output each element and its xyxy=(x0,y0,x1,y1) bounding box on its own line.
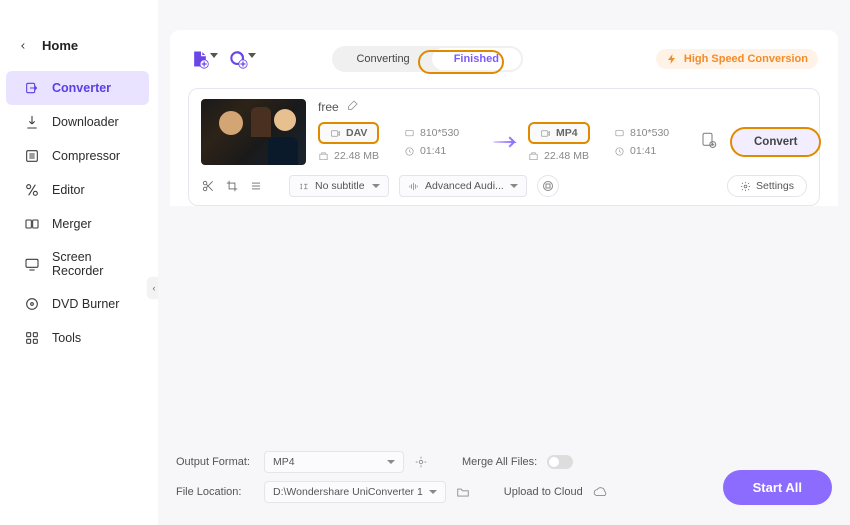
crop-icon[interactable] xyxy=(225,179,239,193)
file-settings-button[interactable]: Settings xyxy=(727,175,807,197)
output-settings-icon[interactable] xyxy=(700,131,718,154)
sidebar-item-merger[interactable]: Merger xyxy=(6,207,149,241)
format-settings-icon[interactable] xyxy=(414,455,428,469)
info-icon[interactable] xyxy=(537,175,559,197)
tab-finished[interactable]: Finished xyxy=(432,48,521,70)
converter-icon xyxy=(24,80,40,96)
convert-button[interactable]: Convert xyxy=(730,127,821,157)
sidebar-item-editor[interactable]: Editor xyxy=(6,173,149,207)
add-file-button[interactable] xyxy=(190,49,210,69)
file-name: free xyxy=(318,100,339,114)
tab-converting[interactable]: Converting xyxy=(334,48,431,70)
output-format-select[interactable]: MP4 xyxy=(264,451,404,473)
source-resolution: 810*530 xyxy=(404,127,490,139)
file-card: free DAV 22.48 MB 810*530 01:41 xyxy=(188,88,820,206)
tools-icon xyxy=(24,330,40,346)
video-thumbnail[interactable] xyxy=(201,99,306,165)
audio-select[interactable]: Advanced Audi... xyxy=(399,175,527,197)
merge-files-label: Merge All Files: xyxy=(462,456,537,468)
home-label: Home xyxy=(42,38,78,53)
file-location-label: File Location: xyxy=(176,486,254,498)
sidebar: Home Converter Downloader Compressor Edi… xyxy=(0,0,155,525)
compressor-icon xyxy=(24,148,40,164)
file-location-select[interactable]: D:\Wondershare UniConverter 1 xyxy=(264,481,446,503)
sidebar-item-downloader[interactable]: Downloader xyxy=(6,105,149,139)
footer: Output Format: MP4 Merge All Files: File… xyxy=(176,451,832,511)
sidebar-item-tools[interactable]: Tools xyxy=(6,321,149,355)
editor-icon xyxy=(24,182,40,198)
sidebar-item-compressor[interactable]: Compressor xyxy=(6,139,149,173)
high-speed-conversion-button[interactable]: High Speed Conversion xyxy=(656,49,818,69)
trim-icon[interactable] xyxy=(201,179,215,193)
target-size: 22.48 MB xyxy=(528,150,614,162)
target-resolution: 810*530 xyxy=(614,127,700,139)
rename-icon[interactable] xyxy=(347,99,359,114)
effects-icon[interactable] xyxy=(249,179,263,193)
add-url-button[interactable] xyxy=(228,49,248,69)
target-duration: 01:41 xyxy=(614,145,700,157)
open-folder-icon[interactable] xyxy=(456,485,470,499)
downloader-icon xyxy=(24,114,40,130)
start-all-button[interactable]: Start All xyxy=(723,470,832,505)
target-format-chip[interactable]: MP4 xyxy=(528,122,590,144)
merge-files-toggle[interactable] xyxy=(547,455,573,469)
sidebar-item-converter[interactable]: Converter xyxy=(6,71,149,105)
dvd-burner-icon xyxy=(24,296,40,312)
sidebar-item-screen-recorder[interactable]: Screen Recorder xyxy=(6,241,149,287)
upload-cloud-label: Upload to Cloud xyxy=(504,486,583,498)
source-duration: 01:41 xyxy=(404,145,490,157)
merger-icon xyxy=(24,216,40,232)
screen-recorder-icon xyxy=(24,256,40,272)
main-panel: Converting Finished High Speed Conversio… xyxy=(158,0,850,525)
source-size: 22.48 MB xyxy=(318,150,404,162)
output-format-label: Output Format: xyxy=(176,456,254,468)
cloud-icon[interactable] xyxy=(593,485,607,499)
arrow-icon xyxy=(492,128,522,156)
source-format-chip: DAV xyxy=(318,122,379,144)
home-button[interactable]: Home xyxy=(0,30,155,61)
subtitle-select[interactable]: No subtitle xyxy=(289,175,389,197)
sidebar-item-dvd-burner[interactable]: DVD Burner xyxy=(6,287,149,321)
